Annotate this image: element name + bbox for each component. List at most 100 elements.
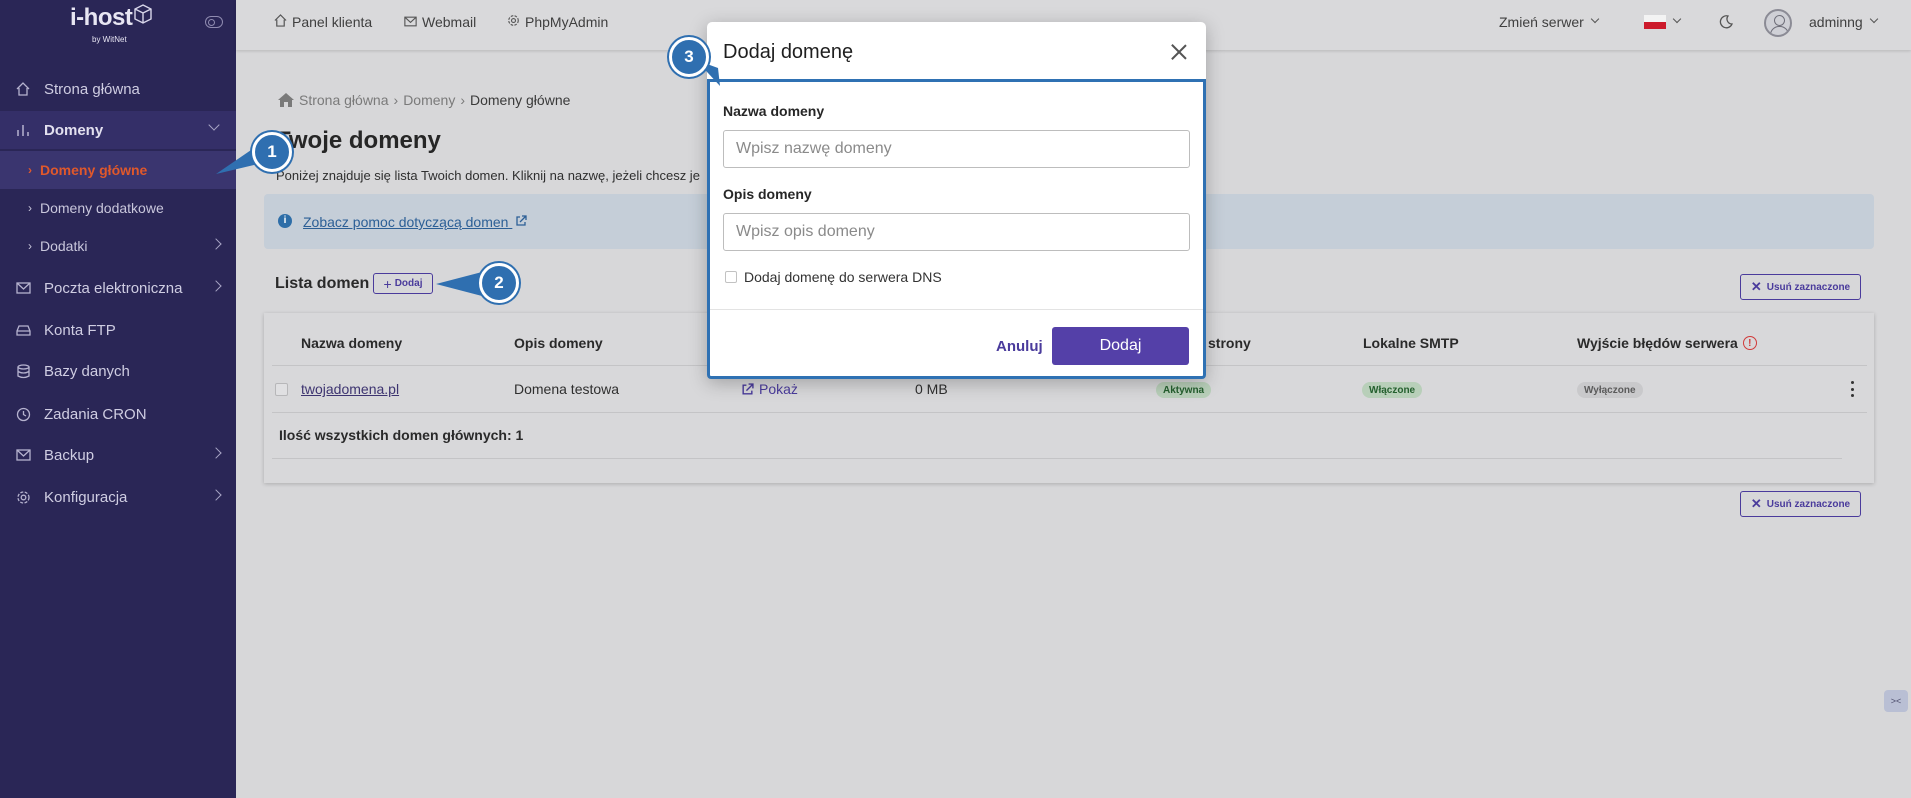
widget-icon[interactable]: >< bbox=[1884, 690, 1908, 712]
chart-icon bbox=[15, 122, 31, 138]
webmail-link[interactable]: Webmail bbox=[404, 0, 476, 44]
moon-icon bbox=[1719, 15, 1733, 29]
dns-checkbox[interactable] bbox=[725, 271, 737, 283]
sidebar-item-domains[interactable]: Domeny bbox=[0, 111, 236, 149]
delete-selected-button-bottom[interactable]: ✕ Usuń zaznaczone bbox=[1740, 491, 1861, 517]
sidebar-item-config[interactable]: Konfiguracja bbox=[0, 478, 236, 516]
info-icon: i bbox=[278, 214, 292, 228]
callout-1: 1 bbox=[252, 132, 292, 172]
server-switch[interactable]: Zmień serwer bbox=[1499, 0, 1600, 44]
panel-link[interactable]: Panel klienta bbox=[274, 0, 372, 44]
column-header-errors-label: Wyjście błędów serwera bbox=[1577, 335, 1738, 351]
chevron-down-icon bbox=[1590, 14, 1600, 24]
sidebar-item-label: Konta FTP bbox=[44, 321, 116, 339]
chevron-down-icon bbox=[208, 119, 220, 131]
breadcrumb: Strona główna › Domeny › Domeny główne bbox=[277, 92, 570, 108]
home-icon bbox=[15, 81, 31, 97]
sidebar-item-ftp[interactable]: Konta FTP bbox=[0, 311, 236, 349]
cube-icon bbox=[134, 4, 152, 24]
page-title: Twoje domeny bbox=[276, 127, 441, 154]
table-divider bbox=[272, 412, 1867, 413]
sidebar-toggle-icon[interactable] bbox=[205, 16, 223, 28]
preview-link[interactable]: Pokaż bbox=[741, 381, 798, 397]
chevron-right-icon bbox=[210, 280, 222, 292]
panel-link-label: Panel klienta bbox=[292, 14, 373, 30]
plus-icon: + bbox=[383, 275, 392, 292]
sidebar-item-home[interactable]: Strona główna bbox=[0, 70, 236, 108]
home-icon bbox=[274, 14, 287, 30]
cancel-button[interactable]: Anuluj bbox=[996, 338, 1043, 355]
sidebar-item-extras[interactable]: › Dodatki bbox=[0, 227, 236, 265]
domain-description-input[interactable] bbox=[723, 213, 1190, 251]
external-link-icon bbox=[742, 382, 754, 395]
chevron-down-icon bbox=[1869, 14, 1878, 24]
table-divider bbox=[272, 458, 1842, 459]
column-header-smtp: Lokalne SMTP bbox=[1363, 335, 1459, 351]
modal-title: Dodaj domenę bbox=[723, 41, 854, 63]
delete-selected-button[interactable]: ✕ Usuń zaznaczone bbox=[1740, 274, 1861, 300]
user-menu[interactable]: adminng bbox=[1809, 0, 1878, 44]
help-link-label: Zobacz pomoc dotyczącą domen bbox=[303, 214, 509, 230]
preview-link-label: Pokaż bbox=[759, 381, 798, 397]
logo[interactable]: i-host by WitNet bbox=[70, 4, 160, 44]
breadcrumb-domains[interactable]: Domeny bbox=[403, 92, 455, 108]
phpmyadmin-link-label: PhpMyAdmin bbox=[525, 14, 609, 30]
sidebar-item-main-domains[interactable]: › Domeny główne bbox=[0, 151, 236, 189]
mail-icon bbox=[404, 14, 417, 30]
sidebar-item-label: Konfiguracja bbox=[44, 488, 128, 506]
mail-icon bbox=[15, 280, 31, 296]
sidebar-item-databases[interactable]: Bazy danych bbox=[0, 352, 236, 390]
errors-badge: Wyłączone bbox=[1577, 382, 1643, 398]
drive-icon bbox=[15, 322, 31, 338]
sidebar-item-label: Zadania CRON bbox=[44, 405, 147, 423]
status-badge: Aktywna bbox=[1156, 382, 1212, 398]
sidebar-item-label: Domeny główne bbox=[40, 162, 148, 178]
dark-mode-toggle[interactable] bbox=[1719, 0, 1733, 44]
language-flag-icon[interactable] bbox=[1644, 15, 1666, 29]
add-domain-modal: Dodaj domenę Nazwa domeny Opis domeny Do… bbox=[707, 22, 1206, 379]
chevron-right-icon bbox=[210, 238, 222, 250]
breadcrumb-home[interactable]: Strona główna bbox=[299, 92, 389, 108]
user-name: adminng bbox=[1809, 14, 1863, 30]
phpmyadmin-link[interactable]: PhpMyAdmin bbox=[507, 0, 608, 44]
domain-link[interactable]: twojadomena.pl bbox=[301, 381, 399, 397]
webmail-link-label: Webmail bbox=[422, 14, 477, 30]
language-dropdown[interactable] bbox=[1666, 0, 1682, 44]
breadcrumb-separator: › bbox=[393, 92, 399, 108]
sidebar-item-label: Backup bbox=[44, 446, 95, 464]
chevron-right-icon: › bbox=[28, 201, 32, 215]
home-icon[interactable] bbox=[277, 92, 295, 108]
smtp-badge: Włączone bbox=[1362, 382, 1423, 398]
domain-description: Domena testowa bbox=[514, 381, 620, 397]
gear-icon bbox=[507, 14, 520, 30]
avatar[interactable] bbox=[1764, 9, 1792, 37]
row-menu-icon[interactable] bbox=[1851, 381, 1855, 397]
chevron-right-icon: › bbox=[28, 163, 32, 177]
page-description: Poniżej znajduje się lista Twoich domen.… bbox=[276, 168, 700, 183]
add-domain-label: Dodaj bbox=[394, 278, 423, 289]
clock-icon bbox=[15, 406, 31, 422]
external-link-icon bbox=[516, 215, 527, 226]
modal-divider bbox=[710, 309, 1203, 310]
domain-name-input[interactable] bbox=[723, 130, 1190, 168]
submit-button[interactable]: Dodaj bbox=[1052, 327, 1189, 365]
logo-subtext: by WitNet bbox=[92, 35, 127, 44]
sidebar-item-addon-domains[interactable]: › Domeny dodatkowe bbox=[0, 189, 236, 227]
list-title: Lista domen bbox=[275, 275, 370, 292]
row-checkbox[interactable] bbox=[275, 383, 288, 396]
sidebar-item-cron[interactable]: Zadania CRON bbox=[0, 395, 236, 433]
add-domain-button[interactable]: + Dodaj bbox=[373, 273, 433, 294]
dns-checkbox-label[interactable]: Dodaj domenę do serwera DNS bbox=[744, 269, 942, 285]
sidebar-item-backup[interactable]: Backup bbox=[0, 436, 236, 474]
sidebar-item-mail[interactable]: Poczta elektroniczna bbox=[0, 269, 236, 307]
gear-icon bbox=[15, 489, 31, 505]
callout-2: 2 bbox=[479, 263, 519, 303]
chevron-right-icon bbox=[210, 489, 222, 501]
column-header-errors: Wyjście błędów serwera ! bbox=[1577, 335, 1757, 351]
column-header-name: Nazwa domeny bbox=[301, 335, 403, 351]
close-icon[interactable] bbox=[1169, 42, 1189, 62]
breadcrumb-separator: › bbox=[460, 92, 465, 108]
help-link[interactable]: Zobacz pomoc dotyczącą domen bbox=[303, 214, 527, 230]
envelope-icon bbox=[15, 447, 31, 463]
chevron-down-icon bbox=[1672, 14, 1682, 24]
